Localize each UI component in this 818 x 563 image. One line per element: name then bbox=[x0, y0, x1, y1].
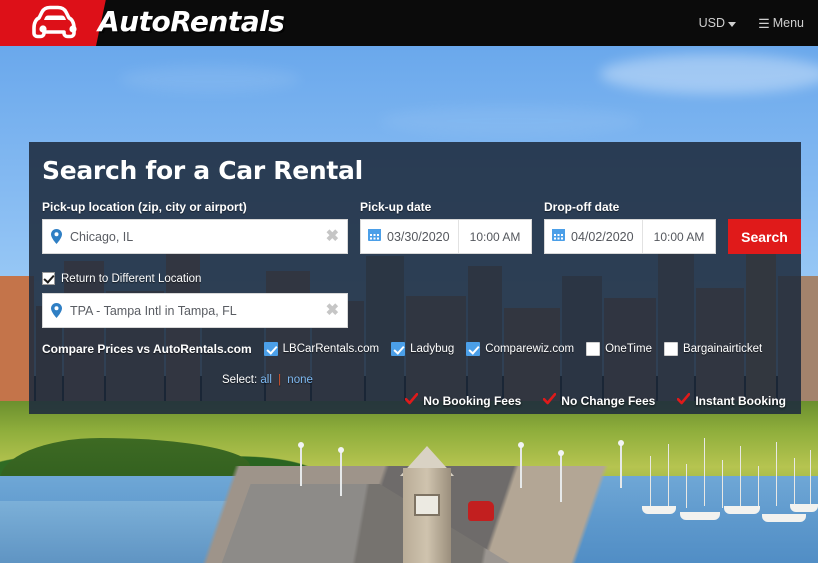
compare-checkbox-bargainairticket[interactable] bbox=[663, 342, 678, 356]
compare-site-bargainairticket[interactable]: Bargainairticket bbox=[663, 342, 763, 356]
dropoff-date-label: Drop-off date bbox=[544, 200, 620, 214]
compare-site-lbcarrentals[interactable]: LBCarRentals.com bbox=[263, 342, 380, 356]
pickup-location-group: Pick-up location (zip, city or airport) … bbox=[42, 200, 348, 254]
check-icon bbox=[542, 392, 557, 410]
badge-label-no-change-fees: No Change Fees bbox=[561, 394, 656, 408]
map-pin-icon bbox=[51, 229, 62, 244]
map-pin-icon bbox=[51, 303, 62, 318]
trust-badges: No Booking Fees No Change Fees Instant B… bbox=[404, 392, 786, 410]
currency-label: USD bbox=[698, 16, 726, 30]
check-icon bbox=[404, 392, 419, 410]
pickup-time-input[interactable]: 10:00 AM bbox=[459, 220, 531, 253]
pickup-date-group-box: 03/30/2020 10:00 AM bbox=[360, 219, 532, 254]
compare-checkbox-lbcarrentals[interactable] bbox=[263, 342, 278, 356]
page-title: Search for a Car Rental bbox=[42, 156, 363, 185]
clear-dropoff-location-icon[interactable]: ✖ bbox=[320, 302, 339, 319]
pickup-time-value: 10:00 AM bbox=[469, 229, 521, 244]
currency-selector[interactable]: USD bbox=[698, 16, 737, 30]
compare-site-comparewiz[interactable]: Comparewiz.com bbox=[466, 342, 574, 356]
compare-label-comparewiz: Comparewiz.com bbox=[485, 343, 575, 355]
dropoff-time-value: 10:00 AM bbox=[653, 229, 705, 244]
pickup-location-value: Chicago, IL bbox=[70, 229, 134, 244]
marina-boats bbox=[640, 438, 818, 546]
search-button-group: Search bbox=[728, 219, 801, 254]
dropoff-time-input[interactable]: 10:00 AM bbox=[643, 220, 715, 253]
hamburger-icon: ☰ bbox=[758, 15, 770, 31]
car-icon[interactable] bbox=[26, 4, 90, 42]
compare-title: Compare Prices vs AutoRentals.com bbox=[42, 342, 252, 356]
compare-site-onetime[interactable]: OneTime bbox=[586, 342, 652, 356]
pickup-date-label: Pick-up date bbox=[360, 200, 432, 214]
dropoff-date-value: 04/02/2020 bbox=[571, 229, 634, 244]
select-none-link[interactable]: none bbox=[287, 374, 313, 386]
brand-name[interactable]: AutoRentals bbox=[98, 5, 285, 38]
compare-checkbox-comparewiz[interactable] bbox=[466, 342, 481, 356]
calendar-icon bbox=[368, 228, 381, 246]
return-different-location-checkbox[interactable] bbox=[42, 272, 55, 285]
search-panel: Search for a Car Rental Pick-up location… bbox=[29, 142, 801, 414]
header-actions: USD ☰ Menu bbox=[699, 0, 804, 46]
cloud bbox=[380, 106, 640, 136]
chevron-down-icon bbox=[728, 21, 737, 27]
search-button[interactable]: Search bbox=[728, 219, 801, 254]
cloud bbox=[120, 66, 300, 92]
select-prefix: Select: bbox=[222, 374, 258, 386]
badge-no-booking-fees: No Booking Fees bbox=[404, 392, 522, 410]
page-root: AutoRentals USD ☰ Menu Search for a Car … bbox=[0, 0, 818, 563]
select-all-link[interactable]: all bbox=[260, 374, 272, 386]
bridge-tower-window bbox=[414, 494, 440, 516]
compare-site-ladybug[interactable]: Ladybug bbox=[391, 342, 454, 356]
compare-checkbox-onetime[interactable] bbox=[586, 342, 601, 356]
dropoff-date-group: Drop-off date 04/02/2020 10:00 AM bbox=[544, 200, 716, 254]
clear-pickup-location-icon[interactable]: ✖ bbox=[320, 228, 339, 245]
compare-label-ladybug: Ladybug bbox=[410, 343, 455, 355]
menu-label: Menu bbox=[772, 16, 804, 30]
red-car bbox=[468, 501, 494, 521]
compare-sites-row: Compare Prices vs AutoRentals.com LBCarR… bbox=[42, 342, 774, 356]
compare-label-onetime: OneTime bbox=[605, 343, 652, 355]
compare-checkbox-ladybug[interactable] bbox=[391, 342, 406, 356]
menu-button[interactable]: ☰ Menu bbox=[758, 16, 804, 30]
pickup-date-value: 03/30/2020 bbox=[387, 229, 450, 244]
compare-label-lbcarrentals: LBCarRentals.com bbox=[282, 343, 380, 355]
check-icon bbox=[677, 392, 691, 410]
pickup-location-label: Pick-up location (zip, city or airport) bbox=[42, 200, 247, 214]
calendar-icon bbox=[552, 228, 565, 246]
site-header: AutoRentals USD ☰ Menu bbox=[0, 0, 818, 46]
badge-label-no-booking-fees: No Booking Fees bbox=[423, 394, 522, 408]
select-separator: | bbox=[278, 374, 282, 386]
dropoff-location-input[interactable]: TPA - Tampa Intl in Tampa, FL ✖ bbox=[42, 293, 348, 328]
badge-label-instant-booking: Instant Booking bbox=[695, 394, 786, 408]
badge-instant-booking: Instant Booking bbox=[677, 392, 786, 410]
return-different-location-row[interactable]: Return to Different Location bbox=[42, 272, 201, 285]
select-all-none-row: Select: all | none bbox=[222, 374, 313, 386]
dropoff-date-group-box: 04/02/2020 10:00 AM bbox=[544, 219, 716, 254]
compare-label-bargainairticket: Bargainairticket bbox=[682, 343, 763, 355]
cloud bbox=[600, 54, 818, 94]
badge-no-change-fees: No Change Fees bbox=[542, 392, 656, 410]
dropoff-date-input[interactable]: 04/02/2020 bbox=[545, 220, 643, 253]
pickup-location-input[interactable]: Chicago, IL ✖ bbox=[42, 219, 348, 254]
dropoff-location-group: TPA - Tampa Intl in Tampa, FL ✖ bbox=[42, 293, 348, 328]
search-fields-row: Pick-up location (zip, city or airport) … bbox=[42, 200, 801, 254]
dropoff-location-value: TPA - Tampa Intl in Tampa, FL bbox=[70, 303, 237, 318]
return-different-location-label: Return to Different Location bbox=[61, 272, 202, 285]
pickup-date-input[interactable]: 03/30/2020 bbox=[361, 220, 459, 253]
pickup-date-group: Pick-up date 03/30/2020 10:00 AM bbox=[360, 200, 532, 254]
